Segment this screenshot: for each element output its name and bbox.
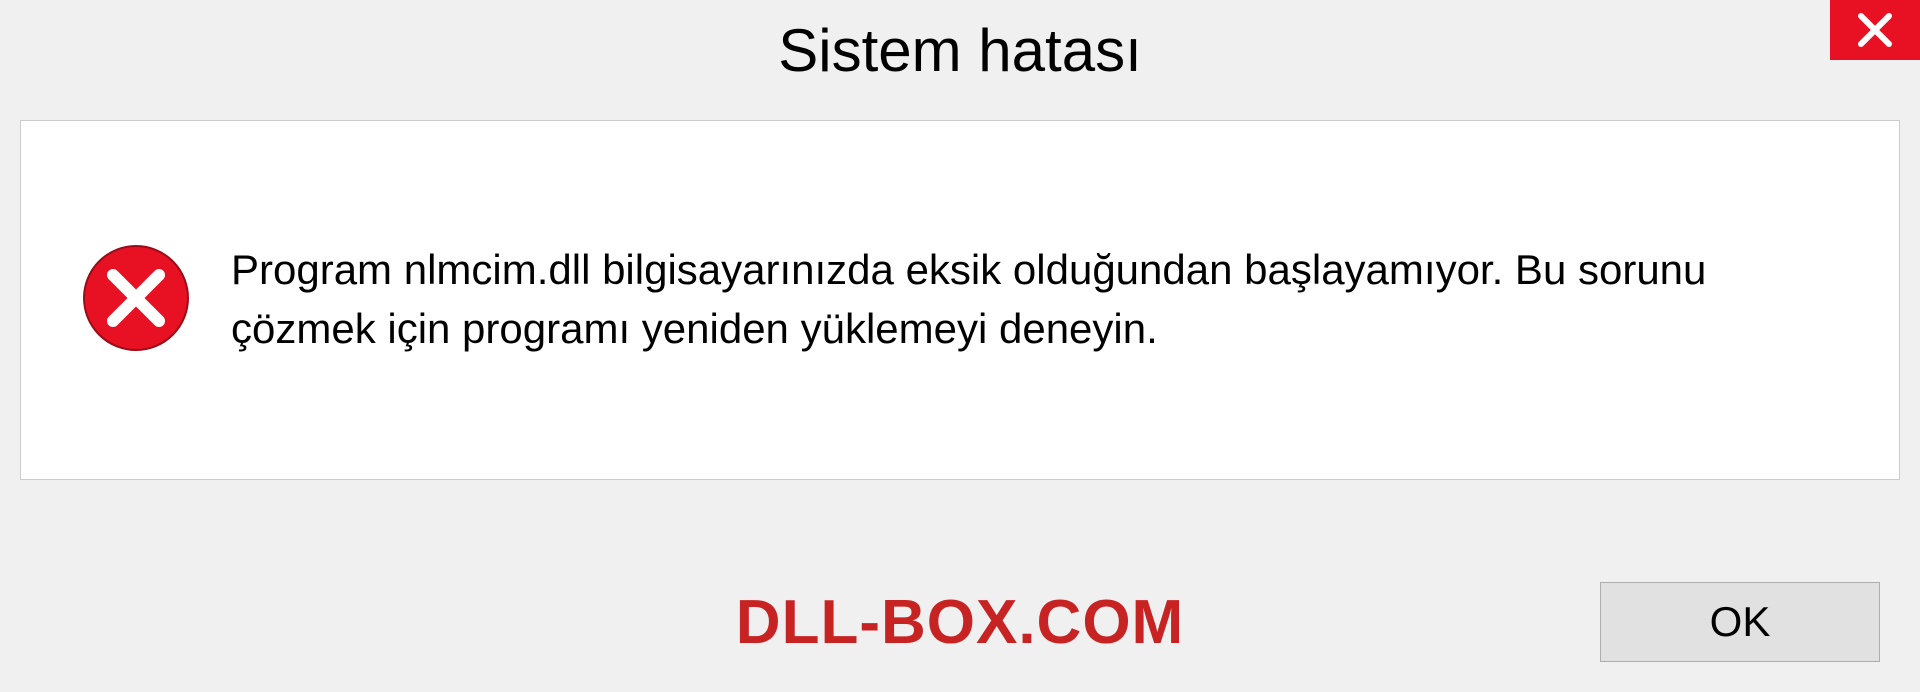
- close-icon: [1855, 10, 1895, 50]
- error-message: Program nlmcim.dll bilgisayarınızda eksi…: [231, 241, 1839, 359]
- ok-button[interactable]: OK: [1600, 582, 1880, 662]
- watermark-text: DLL-BOX.COM: [736, 587, 1184, 658]
- dialog-title: Sistem hatası: [778, 16, 1142, 85]
- close-button[interactable]: [1830, 0, 1920, 60]
- title-bar: Sistem hatası: [0, 0, 1920, 100]
- error-icon: [81, 243, 191, 358]
- content-area: Program nlmcim.dll bilgisayarınızda eksi…: [20, 120, 1900, 480]
- dialog-footer: DLL-BOX.COM OK: [0, 582, 1920, 662]
- error-dialog: Sistem hatası Program nlmcim.dll bilgisa…: [0, 0, 1920, 692]
